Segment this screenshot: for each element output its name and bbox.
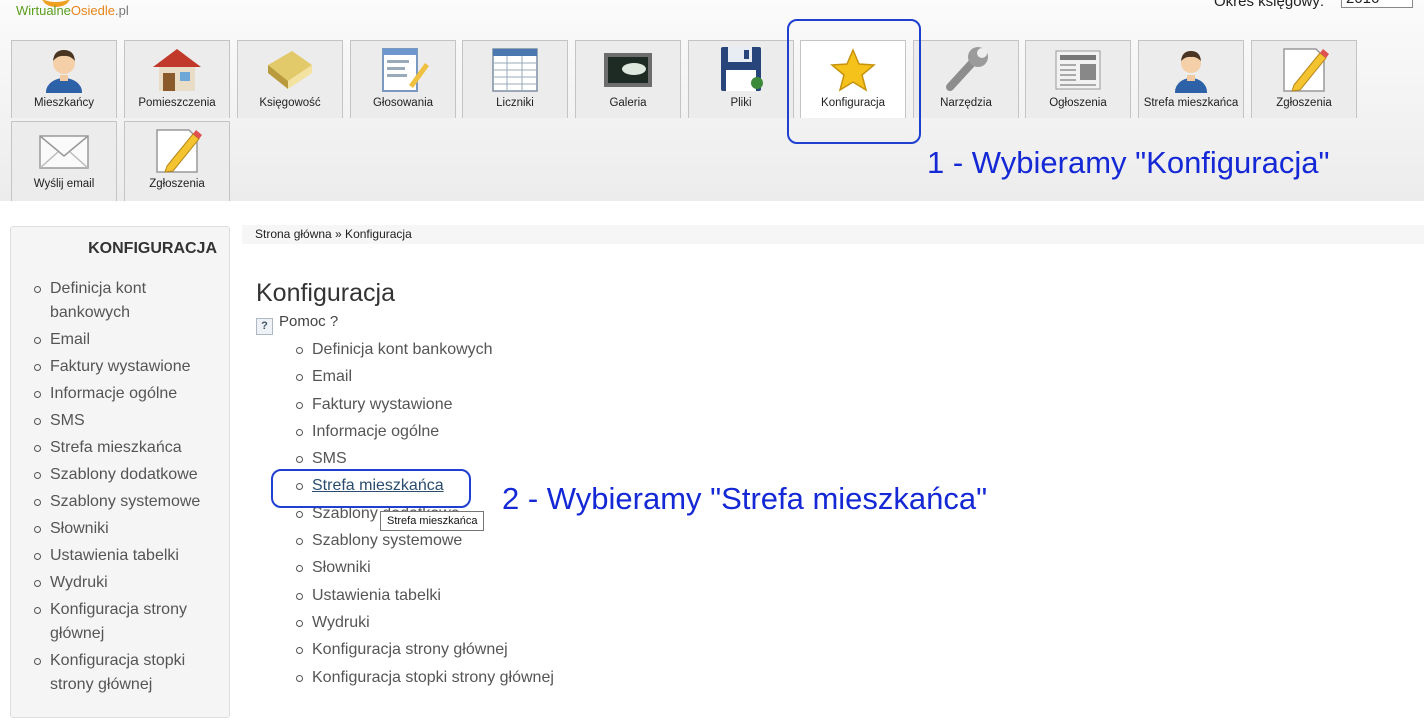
tab-label: Mieszkańcy	[33, 97, 95, 109]
tooltip: Strefa mieszkańca	[380, 511, 485, 531]
sidebar-item-szablony-systemowe[interactable]: Szablony systemowe	[11, 490, 231, 514]
sidebar-item-strefa[interactable]: Strefa mieszkańca	[11, 436, 231, 460]
sidebar-item-informacje[interactable]: Informacje ogólne	[11, 382, 231, 406]
config-item-konfiguracja-stopki[interactable]: Konfiguracja stopki strony głównej	[256, 666, 554, 690]
config-item-slowniki[interactable]: Słowniki	[256, 556, 554, 580]
config-item-konfiguracja-strony[interactable]: Konfiguracja strony głównej	[256, 638, 554, 662]
pencil-note-icon	[1283, 48, 1329, 92]
wrench-icon	[946, 47, 988, 91]
tab-glosowania[interactable]: Głosowania	[350, 40, 456, 118]
breadcrumb[interactable]: Strona główna » Konfiguracja	[242, 225, 1424, 244]
tab-label: Wyślij email	[33, 178, 95, 190]
tab-zgloszenia-2[interactable]: Zgłoszenia	[124, 121, 230, 201]
sidebar-item-szablony-dodatkowe[interactable]: Szablony dodatkowe	[11, 463, 231, 487]
help-label: Pomoc ?	[279, 313, 339, 330]
tab-label: Głosowania	[372, 97, 434, 109]
newspaper-icon	[1055, 50, 1101, 90]
tab-pomieszczenia[interactable]: Pomieszczenia	[124, 40, 230, 118]
config-item-faktury[interactable]: Faktury wystawione	[256, 393, 554, 417]
config-item-informacje[interactable]: Informacje ogólne	[256, 420, 554, 444]
sidebar-title: KONFIGURACJA	[88, 240, 217, 257]
help-icon: ?	[256, 318, 273, 335]
tab-pliki[interactable]: Pliki	[688, 40, 794, 118]
tab-label: Pliki	[730, 97, 752, 109]
tab-galeria[interactable]: Galeria	[575, 40, 681, 118]
floppy-disk-icon	[721, 47, 763, 91]
tab-strefa-mieszkanca[interactable]: Strefa mieszkańca	[1138, 40, 1244, 118]
sidebar-item-faktury[interactable]: Faktury wystawione	[11, 355, 231, 379]
annotation-box-step2	[271, 469, 471, 508]
ledger-book-icon	[268, 51, 312, 89]
sidebar-menu: Definicja kont bankowych Email Faktury w…	[11, 277, 231, 700]
annotation-box-step1	[787, 19, 921, 144]
tab-label: Księgowość	[259, 97, 321, 109]
tab-wyslij-email[interactable]: Wyślij email	[11, 121, 117, 201]
logo[interactable]: WirtualneOsiedle.pl	[16, 3, 129, 18]
tab-ksiegowosc[interactable]: Księgowość	[237, 40, 343, 118]
config-item-szablony-systemowe[interactable]: Szablony systemowe	[256, 529, 554, 553]
config-item-wydruki[interactable]: Wydruki	[256, 611, 554, 635]
resident-icon	[46, 50, 82, 93]
voting-form-icon	[382, 48, 429, 92]
sidebar-item-sms[interactable]: SMS	[11, 409, 231, 433]
tab-label: Liczniki	[496, 97, 534, 109]
tab-ogloszenia[interactable]: Ogłoszenia	[1025, 40, 1131, 118]
config-item-ustawienia-tabelki[interactable]: Ustawienia tabelki	[256, 584, 554, 608]
sidebar-item-wydruki[interactable]: Wydruki	[11, 571, 231, 595]
sidebar-item-konfiguracja-stopki[interactable]: Konfiguracja stopki strony głównej	[11, 649, 231, 697]
sidebar: KONFIGURACJA Definicja kont bankowych Em…	[10, 226, 230, 718]
resident-zone-icon	[1175, 51, 1207, 93]
sidebar-item-email[interactable]: Email	[11, 328, 231, 352]
tab-label: Pomieszczenia	[138, 97, 216, 109]
house-icon	[153, 49, 201, 91]
period-input[interactable]	[1341, 0, 1413, 8]
tab-label: Ogłoszenia	[1049, 97, 1107, 109]
sidebar-item-slowniki[interactable]: Słowniki	[11, 517, 231, 541]
annotation-step2: 2 - Wybieramy "Strefa mieszkańca"	[502, 481, 988, 516]
config-item-definicja-kont[interactable]: Definicja kont bankowych	[256, 338, 554, 362]
tab-mieszkancy[interactable]: Mieszkańcy	[11, 40, 117, 118]
sidebar-item-definicja-kont[interactable]: Definicja kont bankowych	[11, 277, 231, 325]
tab-liczniki[interactable]: Liczniki	[462, 40, 568, 118]
sidebar-item-ustawienia-tabelki[interactable]: Ustawienia tabelki	[11, 544, 231, 568]
header: WirtualneOsiedle.pl Okres księgowy: Mies…	[0, 0, 1424, 201]
annotation-step1: 1 - Wybieramy "Konfiguracja"	[927, 145, 1330, 180]
tab-narzedzia[interactable]: Narzędzia	[913, 40, 1019, 118]
tab-zgloszenia[interactable]: Zgłoszenia	[1251, 40, 1357, 118]
gallery-monitor-icon	[604, 53, 652, 87]
config-item-email[interactable]: Email	[256, 365, 554, 389]
config-item-sms[interactable]: SMS	[256, 447, 554, 471]
tab-label: Narzędzia	[940, 97, 992, 109]
tab-label: Zgłoszenia	[149, 178, 205, 190]
page-title: Konfiguracja	[256, 279, 395, 307]
pencil-note-icon	[156, 129, 202, 173]
help-link[interactable]: ? Pomoc ?	[256, 313, 338, 335]
spreadsheet-icon	[492, 48, 538, 92]
period-label: Okres księgowy:	[1214, 0, 1325, 10]
sidebar-item-konfiguracja-strony[interactable]: Konfiguracja strony głównej	[11, 598, 231, 646]
tab-label: Strefa mieszkańca	[1143, 97, 1239, 109]
tab-label: Zgłoszenia	[1276, 97, 1332, 109]
envelope-icon	[39, 135, 89, 169]
tab-label: Galeria	[609, 97, 647, 109]
